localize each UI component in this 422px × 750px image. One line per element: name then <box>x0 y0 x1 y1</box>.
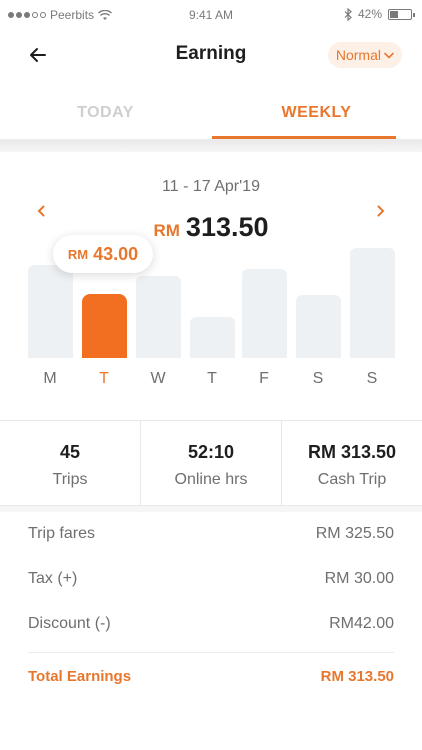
trip-fares-value: RM 325.50 <box>315 525 394 542</box>
tax-row: Tax (+) RM 30.00 <box>28 570 394 594</box>
day-label-0[interactable]: M <box>30 370 70 388</box>
discount-row: Discount (-) RM42.00 <box>28 615 394 639</box>
tab-weekly[interactable]: WEEKLY <box>211 90 422 138</box>
battery-icon <box>388 8 415 20</box>
total-earnings-row: Total Earnings RM 313.50 <box>28 668 394 692</box>
day-label-5[interactable]: S <box>298 370 338 388</box>
cash-trip-stat: RM 313.50 Cash Trip <box>282 421 422 505</box>
app-header: Earning Normal <box>0 30 422 80</box>
chart-bar-4[interactable] <box>242 269 287 358</box>
tax-label: Tax (+) <box>28 570 78 587</box>
battery-percent: 42% <box>357 7 382 21</box>
active-tab-indicator <box>212 136 396 139</box>
trips-value: 45 <box>59 442 81 462</box>
online-hours-stat: 52:10 Online hrs <box>141 421 281 505</box>
tooltip-currency: RM <box>67 246 89 262</box>
selected-day-tooltip: RM 43.00 <box>53 235 153 273</box>
week-range: 11 - 17 Apr'19 <box>162 178 260 195</box>
discount-label: Discount (-) <box>28 615 111 632</box>
week-total-currency: RM <box>153 221 180 240</box>
tooltip-amount: 43.00 <box>93 243 139 264</box>
day-label-6[interactable]: S <box>352 370 392 388</box>
total-earnings-label: Total Earnings <box>28 668 132 685</box>
total-divider <box>28 652 394 653</box>
discount-value: RM42.00 <box>329 615 394 632</box>
status-bar: Peerbits 9:41 AM 42% <box>0 0 422 30</box>
section-divider <box>0 140 422 152</box>
chart-bar-1[interactable] <box>82 294 127 358</box>
day-label-3[interactable]: T <box>192 370 232 388</box>
mode-dropdown[interactable]: Normal <box>327 42 402 68</box>
day-label-2[interactable]: W <box>138 370 178 388</box>
summary-stats: 45 Trips 52:10 Online hrs RM 313.50 Cash… <box>0 420 422 506</box>
total-earnings-value: RM 313.50 <box>320 668 394 685</box>
online-hours-label: Online hrs <box>174 471 248 488</box>
tax-value: RM 30.00 <box>324 570 394 587</box>
status-right: 42% <box>344 7 415 21</box>
battery-level <box>390 10 399 18</box>
trip-fares-label: Trip fares <box>28 525 95 542</box>
online-hours-value: 52:10 <box>187 442 235 462</box>
tab-today[interactable]: TODAY <box>0 90 211 138</box>
chart-bar-0[interactable] <box>28 265 73 358</box>
chevron-down-icon <box>384 52 394 59</box>
cash-trip-value: RM 313.50 <box>307 442 397 462</box>
bluetooth-icon <box>344 7 352 21</box>
section-divider <box>0 506 422 512</box>
day-label-4[interactable]: F <box>244 370 284 388</box>
week-total-amount: 313.50 <box>185 212 269 242</box>
trips-label: Trips <box>52 471 88 488</box>
trips-stat: 45 Trips <box>0 421 140 505</box>
period-tabs: TODAY WEEKLY <box>0 90 422 140</box>
chart-bar-6[interactable] <box>350 248 395 358</box>
mode-label: Normal <box>335 47 381 63</box>
day-label-1[interactable]: T <box>84 370 124 388</box>
trip-fares-row: Trip fares RM 325.50 <box>28 525 394 549</box>
chart-bar-2[interactable] <box>136 276 181 358</box>
chart-bar-5[interactable] <box>296 295 341 358</box>
chart-bar-3[interactable] <box>190 317 235 358</box>
cash-trip-label: Cash Trip <box>317 471 387 488</box>
